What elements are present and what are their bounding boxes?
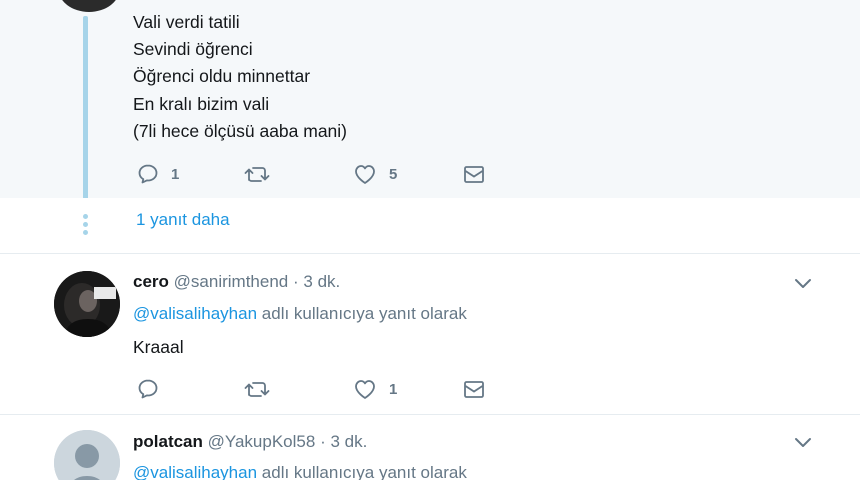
timestamp[interactable]: 3 dk. (303, 272, 340, 291)
retweet-icon (244, 167, 270, 182)
reply-count: 1 (171, 165, 180, 183)
direct-message-button[interactable] (463, 374, 485, 404)
reply-button[interactable] (137, 374, 171, 404)
reply-tweet[interactable]: polatcan @YakupKol58 · 3 dk. @valisaliha… (0, 415, 860, 480)
replying-to: @valisalihayhan adlı kullanıcıya yanıt o… (133, 304, 467, 324)
reply-icon (138, 164, 158, 184)
tweet-header: cero @sanirimthend · 3 dk. (133, 272, 340, 292)
tweet-actions: 1 (133, 374, 493, 404)
like-count: 5 (389, 165, 398, 183)
timestamp[interactable]: 3 dk. (330, 432, 367, 451)
more-replies-row[interactable] (0, 198, 860, 254)
separator: · (292, 272, 299, 291)
user-name[interactable]: polatcan (133, 432, 203, 451)
replying-suffix: adlı kullanıcıya yanıt olarak (261, 304, 467, 323)
like-button[interactable]: 5 (353, 159, 397, 189)
thread-dots (83, 214, 88, 238)
tweet-text: Vali verdi tatili Sevindi öğrenci Öğrenc… (133, 9, 347, 145)
chevron-down-icon[interactable] (793, 436, 813, 450)
user-handle[interactable]: @YakupKol58 (208, 432, 316, 451)
retweet-icon (244, 382, 270, 397)
avatar[interactable] (58, 0, 120, 12)
chevron-down-icon[interactable] (793, 277, 813, 291)
tweet-line: Sevindi öğrenci (133, 39, 253, 60)
avatar[interactable] (54, 271, 120, 337)
separator: · (320, 432, 326, 451)
mention-link[interactable]: @valisalihayhan (133, 304, 257, 323)
tweet-line: En kralı bizim vali (133, 93, 270, 114)
mention-link[interactable]: @valisalihayhan (133, 463, 257, 480)
reply-button[interactable]: 1 (137, 159, 179, 189)
retweet-button[interactable] (244, 374, 282, 404)
tweet-actions: 1 5 (133, 159, 493, 189)
reply-icon (138, 379, 158, 399)
thread-line (83, 16, 88, 209)
avatar[interactable] (54, 430, 120, 480)
tweet-line: (7li hece ölçüsü aaba mani) (133, 120, 348, 141)
tweet-line: Öğrenci oldu minnettar (133, 66, 311, 87)
reply-tweet[interactable]: cero @sanirimthend · 3 dk. @valisalihayh… (0, 254, 860, 415)
user-name[interactable]: cero (133, 272, 169, 291)
replying-to: @valisalihayhan adlı kullanıcıya yanıt o… (133, 463, 467, 480)
tweet-header: polatcan @YakupKol58 · 3 dk. (133, 432, 367, 452)
envelope-icon (464, 381, 484, 398)
direct-message-button[interactable] (463, 159, 485, 189)
tweet-line: Vali verdi tatili (133, 12, 240, 32)
show-more-replies-link[interactable]: 1 yanıt daha (136, 210, 230, 230)
user-handle[interactable]: @sanirimthend (174, 272, 289, 291)
focused-tweet: Vali verdi tatili Sevindi öğrenci Öğrenc… (0, 0, 860, 198)
heart-icon (355, 165, 375, 184)
like-button[interactable]: 1 (353, 374, 397, 404)
like-count: 1 (389, 380, 398, 398)
heart-icon (355, 380, 375, 399)
retweet-button[interactable] (244, 159, 282, 189)
tweet-text: Kraaal (133, 337, 184, 357)
replying-suffix: adlı kullanıcıya yanıt olarak (261, 463, 467, 480)
envelope-icon (464, 166, 484, 183)
